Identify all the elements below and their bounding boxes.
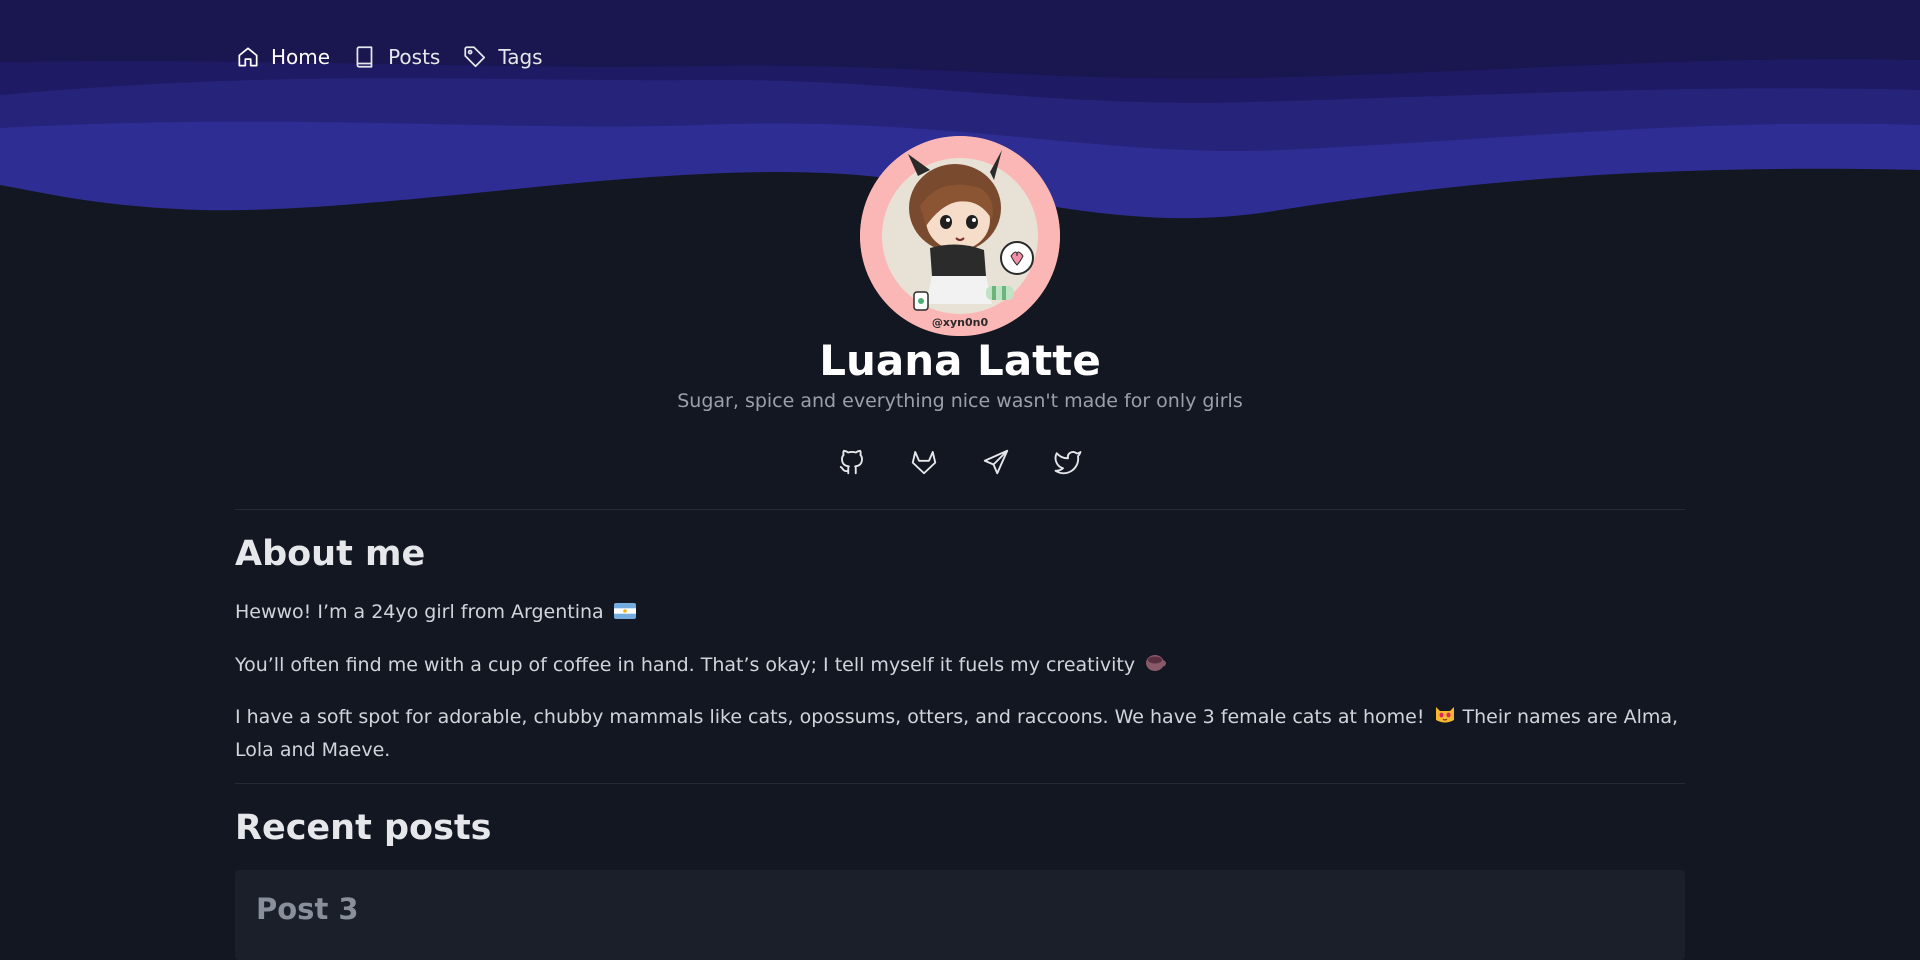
cat-face-icon bbox=[1434, 702, 1456, 734]
profile-name: Luana Latte bbox=[819, 336, 1101, 385]
home-icon bbox=[235, 44, 261, 70]
github-icon[interactable] bbox=[836, 446, 868, 478]
svg-text:@xyn0n0: @xyn0n0 bbox=[932, 316, 989, 329]
about-paragraph: You’ll often find me with a cup of coffe… bbox=[235, 649, 1685, 682]
nav-item-home[interactable]: Home bbox=[235, 44, 330, 70]
recent-posts-title: Recent posts bbox=[235, 808, 492, 848]
section-divider bbox=[235, 509, 1685, 510]
nav-item-label: Home bbox=[271, 45, 331, 69]
nav-item-tags[interactable]: Tags bbox=[462, 44, 543, 70]
avatar: @xyn0n0 bbox=[860, 136, 1060, 336]
telegram-icon[interactable] bbox=[980, 446, 1012, 478]
nav-item-label: Tags bbox=[498, 45, 543, 69]
nav-item-label: Posts bbox=[388, 45, 441, 69]
section-divider bbox=[235, 783, 1685, 784]
top-nav: Home Posts Tags bbox=[235, 44, 543, 70]
twitter-icon[interactable] bbox=[1052, 446, 1084, 478]
post-title[interactable]: Post 3 bbox=[256, 892, 359, 926]
gitlab-icon[interactable] bbox=[908, 446, 940, 478]
coffee-icon bbox=[1145, 650, 1167, 682]
argentina-flag-icon bbox=[613, 597, 636, 629]
about-paragraph: Hewwo! I’m a 24yo girl from Argentina bbox=[235, 596, 1685, 629]
tag-icon bbox=[462, 44, 488, 70]
nav-item-posts[interactable]: Posts bbox=[352, 44, 440, 70]
book-icon bbox=[352, 44, 378, 70]
about-title: About me bbox=[235, 534, 426, 574]
social-links bbox=[0, 446, 1920, 478]
profile-tagline: Sugar, spice and everything nice wasn't … bbox=[677, 390, 1243, 412]
about-paragraph: I have a soft spot for adorable, chubby … bbox=[235, 701, 1685, 766]
